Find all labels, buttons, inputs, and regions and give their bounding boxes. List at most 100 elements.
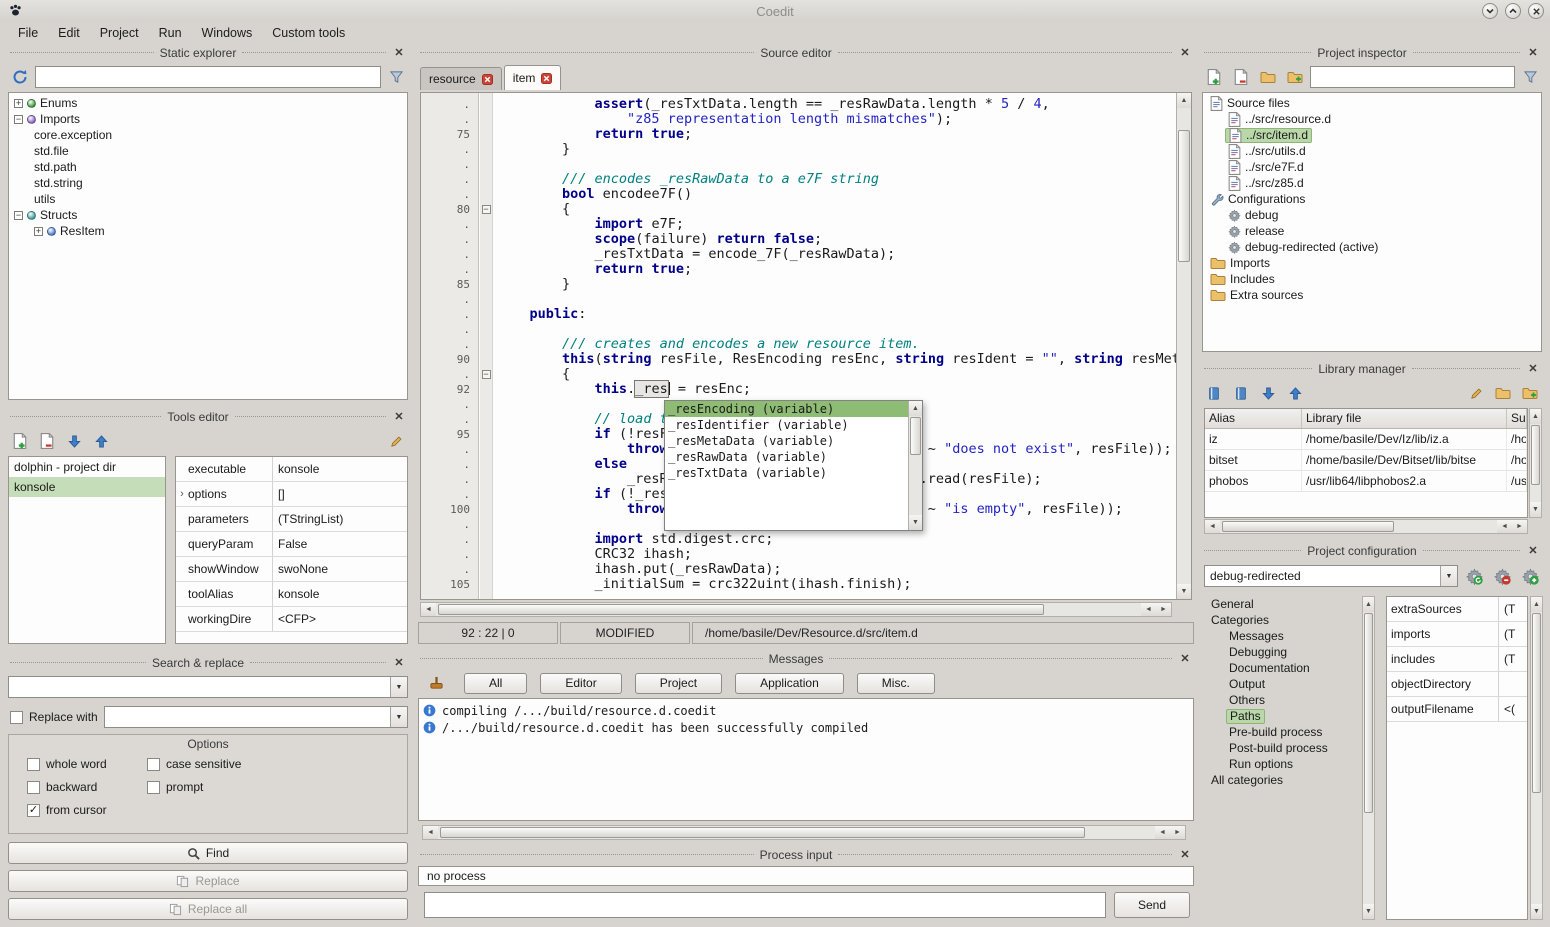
dropdown-icon[interactable]: ▼ [390, 707, 407, 727]
property-row[interactable]: queryParamFalse [176, 532, 407, 557]
config-property-value[interactable] [1499, 672, 1527, 696]
editor-vertical-scrollbar[interactable]: ▲ ▼ [1176, 93, 1191, 599]
expander-icon[interactable]: − [14, 115, 23, 124]
library-vertical-scrollbar[interactable]: ▲ ▼ [1529, 408, 1542, 518]
panel-close-icon[interactable]: ✕ [1178, 46, 1192, 59]
filter-button-all[interactable]: All [464, 673, 527, 694]
scroll-up-icon[interactable]: ▲ [1531, 597, 1542, 612]
scroll-right-icon[interactable]: ► [1156, 603, 1171, 616]
project-tree-item[interactable]: ../src/resource.d [1203, 111, 1541, 127]
scrollbar-track[interactable] [1531, 612, 1542, 904]
panel-close-icon[interactable]: ✕ [392, 656, 406, 669]
property-value[interactable]: False [273, 532, 407, 556]
filter-options-button[interactable] [384, 65, 408, 89]
remove-configuration-button[interactable] [1490, 564, 1514, 588]
property-value[interactable]: konsole [273, 582, 407, 606]
code-line[interactable]: /// creates and encodes a new resource i… [497, 337, 1176, 352]
property-row[interactable]: showWindowswoNone [176, 557, 407, 582]
message-line[interactable]: compiling /.../build/resource.d.coedit [419, 702, 1193, 719]
scrollbar-thumb[interactable] [1222, 521, 1394, 532]
scroll-down-icon[interactable]: ▼ [1363, 904, 1374, 919]
property-value[interactable]: konsole [273, 457, 407, 481]
scroll-left-icon[interactable]: ◄ [423, 826, 438, 839]
message-line[interactable]: /.../build/resource.d.coedit has been su… [419, 719, 1193, 736]
project-tree-item[interactable]: debug-redirected (active) [1203, 239, 1541, 255]
category-item[interactable]: Run options [1204, 756, 1360, 772]
scrollbar-track[interactable] [1220, 520, 1497, 533]
category-item-box[interactable]: Categories [1208, 613, 1272, 628]
menu-custom-tools[interactable]: Custom tools [262, 24, 355, 42]
menu-run[interactable]: Run [149, 24, 192, 42]
project-tree-item-box[interactable]: Imports [1207, 256, 1273, 271]
column-header-library-file[interactable]: Library file [1302, 409, 1507, 428]
category-item-box[interactable]: Messages [1226, 629, 1287, 644]
dropdown-icon[interactable]: ▼ [1440, 566, 1457, 586]
column-header-su[interactable]: Su [1507, 409, 1527, 428]
code-line[interactable]: "z85 representation length mismatches"); [497, 112, 1176, 127]
completion-item[interactable]: _resIdentifier (variable) [665, 417, 908, 433]
scroll-up-icon[interactable]: ▲ [909, 401, 922, 416]
config-property-row[interactable]: outputFilename<( [1387, 697, 1527, 722]
code-line[interactable]: this._res = resEnc; [497, 382, 1176, 397]
scrollbar-track[interactable] [436, 603, 1141, 616]
scrollbar-thumb[interactable] [1178, 130, 1190, 262]
category-item-box[interactable]: Output [1226, 677, 1268, 692]
move-library-up-button[interactable] [1283, 381, 1307, 405]
category-item[interactable]: Paths [1204, 708, 1360, 724]
scroll-down-icon[interactable]: ▼ [1530, 502, 1541, 517]
project-tree-item-box[interactable]: ../src/item.d [1225, 128, 1312, 143]
scrollbar-thumb[interactable] [1531, 425, 1540, 485]
category-item[interactable]: Others [1204, 692, 1360, 708]
replace-term-combobox[interactable]: ▼ [104, 706, 408, 728]
option-case-sensitive[interactable]: case sensitive [147, 757, 407, 771]
symbol-tree-item[interactable]: −Structs [9, 207, 407, 223]
code-line[interactable] [497, 157, 1176, 172]
project-tree-item[interactable]: ../src/utils.d [1203, 143, 1541, 159]
config-property-row[interactable]: objectDirectory [1387, 672, 1527, 697]
scrollbar-thumb[interactable] [1364, 613, 1373, 813]
property-value[interactable]: (TStringList) [273, 507, 407, 531]
find-button[interactable]: Find [8, 842, 408, 864]
add-library-button[interactable] [1202, 381, 1226, 405]
window-maximize-button[interactable] [1505, 3, 1521, 19]
scrollbar-track[interactable] [438, 826, 1155, 839]
panel-close-icon[interactable]: ✕ [1178, 848, 1192, 861]
edit-tool-button[interactable] [384, 429, 408, 453]
menu-file[interactable]: File [8, 24, 48, 42]
project-tree-item-box[interactable]: Source files [1207, 96, 1293, 111]
expander-icon[interactable]: + [14, 99, 23, 108]
tool-item[interactable]: konsole [9, 477, 165, 497]
code-line[interactable]: return true; [497, 127, 1176, 142]
checkbox[interactable] [27, 758, 40, 771]
library-horizontal-scrollbar[interactable]: ◄ ◄ ► [1204, 519, 1528, 534]
window-shade-button[interactable] [1482, 3, 1498, 19]
open-library-folder-button[interactable] [1491, 381, 1515, 405]
category-item-box[interactable]: Paths [1226, 709, 1265, 724]
project-filter-input[interactable] [1310, 66, 1515, 88]
config-property-row[interactable]: imports(T [1387, 622, 1527, 647]
add-source-button[interactable] [1202, 65, 1226, 89]
add-library-folder-button[interactable] [1518, 381, 1542, 405]
remove-library-button[interactable] [1229, 381, 1253, 405]
code-line[interactable]: _resTxtData = encode_7F(_resRawData); [497, 247, 1176, 262]
filter-button-editor[interactable]: Editor [540, 673, 621, 694]
code-line[interactable]: { [497, 367, 1176, 382]
scroll-down-icon[interactable]: ▼ [909, 515, 922, 530]
project-tree-item-box[interactable]: ../src/utils.d [1225, 144, 1309, 159]
send-button[interactable]: Send [1114, 892, 1190, 918]
open-folder-button[interactable] [1256, 65, 1280, 89]
scrollbar-track[interactable] [909, 416, 922, 515]
remove-source-button[interactable] [1229, 65, 1253, 89]
code-line[interactable]: /// encodes _resRawData to a e7F string [497, 172, 1176, 187]
code-line[interactable]: public: [497, 307, 1176, 322]
add-configuration-button[interactable] [1518, 564, 1542, 588]
category-item-box[interactable]: Others [1226, 693, 1268, 708]
scroll-left-icon[interactable]: ◄ [1497, 520, 1512, 533]
static-explorer-filter-input[interactable] [35, 66, 381, 88]
property-row[interactable]: workingDire<CFP> [176, 607, 407, 632]
category-item[interactable]: Post-build process [1204, 740, 1360, 756]
property-row[interactable]: executablekonsole [176, 457, 407, 482]
panel-close-icon[interactable]: ✕ [392, 410, 406, 423]
editor-horizontal-scrollbar[interactable]: ◄ ◄ ► [420, 602, 1172, 617]
scrollbar-thumb[interactable] [438, 604, 1044, 615]
